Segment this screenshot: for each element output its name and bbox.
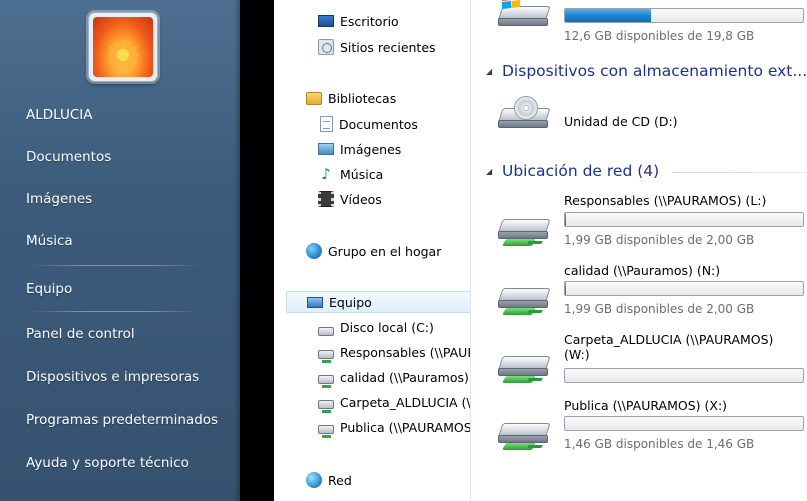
network-drive-large-icon[interactable] bbox=[496, 342, 554, 388]
nav-item-label: Grupo en el hogar bbox=[328, 243, 442, 259]
capacity-bar-publica bbox=[564, 416, 804, 431]
desktop-icon bbox=[318, 15, 334, 27]
nav-item-label: Imágenes bbox=[340, 141, 402, 157]
nav-item-responsables[interactable]: Responsables (\\PAURAMOS) (L:) bbox=[318, 341, 470, 363]
nav-item-red[interactable]: Red bbox=[306, 469, 352, 491]
device-name-responsables[interactable]: Responsables (\\PAURAMOS) (L:) bbox=[564, 193, 766, 208]
nav-item-carpeta-aldlucia[interactable]: Carpeta_ALDLUCIA (\\PAURAMOS) (W:) bbox=[318, 391, 471, 413]
film-strip-icon bbox=[318, 191, 334, 207]
nav-item-calidad[interactable]: calidad (\\Pauramos) (N:) bbox=[318, 366, 470, 388]
start-separator bbox=[30, 265, 200, 266]
group-divider bbox=[672, 172, 807, 173]
local-disk-windows-icon[interactable] bbox=[496, 0, 554, 38]
nav-item-sitios-recientes[interactable]: Sitios recientes bbox=[318, 36, 436, 58]
nav-item-label: Carpeta_ALDLUCIA (\\PAURAMOS) (W:) bbox=[340, 394, 471, 410]
start-separator bbox=[30, 311, 200, 312]
network-drive-large-icon[interactable] bbox=[496, 205, 554, 251]
capacity-text-calidad: 1,99 GB disponibles de 2,00 GB bbox=[564, 302, 755, 316]
network-drive-icon bbox=[318, 399, 334, 413]
device-name-carpeta-aldlucia[interactable]: Carpeta_ALDLUCIA (\\PAURAMOS) (W:) bbox=[564, 332, 802, 362]
cd-drive-icon[interactable] bbox=[496, 94, 554, 140]
start-item-ayuda-soporte[interactable]: Ayuda y soporte técnico bbox=[26, 455, 189, 471]
user-picture[interactable] bbox=[88, 12, 158, 82]
start-user-name[interactable]: ALDLUCIA bbox=[26, 107, 93, 123]
start-item-dispositivos-impresoras[interactable]: Dispositivos e impresoras bbox=[26, 369, 199, 385]
group-header-label: Dispositivos con almacenamiento ext... bbox=[502, 62, 807, 80]
device-name-publica[interactable]: Publica (\\PAURAMOS) (X:) bbox=[564, 398, 727, 413]
capacity-text-local-disk: 12,6 GB disponibles de 19,8 GB bbox=[564, 29, 755, 43]
nav-item-disco-local[interactable]: Disco local (C:) bbox=[318, 316, 434, 338]
capacity-bar-local-disk bbox=[564, 8, 804, 23]
capacity-bar-carpeta-aldlucia bbox=[564, 368, 804, 383]
flower-avatar-icon bbox=[93, 17, 153, 77]
group-header-removable[interactable]: ◢ Dispositivos con almacenamiento ext... bbox=[486, 60, 807, 82]
capacity-bar-responsables bbox=[564, 212, 804, 227]
navigation-pane[interactable]: Escritorio Sitios recientes Bibliotecas … bbox=[274, 0, 471, 501]
libraries-icon bbox=[306, 91, 322, 105]
nav-item-lib-musica[interactable]: ♪ Música bbox=[318, 163, 383, 185]
network-drive-large-icon[interactable] bbox=[496, 409, 554, 455]
nav-item-lib-videos[interactable]: Vídeos bbox=[318, 188, 382, 210]
nav-item-label: Equipo bbox=[329, 294, 372, 310]
network-icon bbox=[306, 472, 322, 488]
computer-icon bbox=[307, 296, 323, 308]
nav-item-publica[interactable]: Publica (\\PAURAMOS) (X:) bbox=[318, 416, 471, 438]
network-drive-large-icon[interactable] bbox=[496, 274, 554, 320]
network-drive-icon bbox=[318, 349, 334, 363]
nav-item-label: Vídeos bbox=[340, 191, 382, 207]
network-drive-icon bbox=[318, 374, 334, 388]
device-name-calidad[interactable]: calidad (\\Pauramos) (N:) bbox=[564, 263, 720, 278]
start-item-musica[interactable]: Música bbox=[26, 233, 73, 249]
start-item-panel-de-control[interactable]: Panel de control bbox=[26, 326, 135, 342]
capacity-text-responsables: 1,99 GB disponibles de 2,00 GB bbox=[564, 233, 755, 247]
capacity-fill bbox=[565, 9, 651, 22]
nav-item-label: Bibliotecas bbox=[328, 90, 397, 106]
nav-item-bibliotecas[interactable]: Bibliotecas bbox=[306, 87, 396, 109]
nav-item-label: Red bbox=[328, 472, 352, 488]
capacity-text-publica: 1,46 GB disponibles de 1,46 GB bbox=[564, 437, 755, 451]
cd-disc-icon bbox=[514, 96, 538, 120]
start-item-programas-predeterminados[interactable]: Programas predeterminados bbox=[26, 412, 218, 428]
network-drive-icon bbox=[318, 424, 334, 438]
nav-item-equipo[interactable]: Equipo bbox=[286, 291, 470, 313]
capacity-bar-calidad bbox=[564, 281, 804, 296]
nav-item-escritorio[interactable]: Escritorio bbox=[318, 10, 399, 32]
start-menu-right-pane: ALDLUCIA Documentos Imágenes Música Equi… bbox=[0, 0, 240, 501]
nav-item-lib-documentos[interactable]: Documentos bbox=[320, 113, 418, 135]
nav-item-label: Responsables (\\PAURAMOS) (L:) bbox=[340, 344, 470, 360]
start-item-documentos[interactable]: Documentos bbox=[26, 149, 111, 165]
nav-item-label: calidad (\\Pauramos) (N:) bbox=[340, 369, 470, 385]
group-header-network[interactable]: ◢ Ubicación de red (4) bbox=[486, 160, 659, 182]
nav-item-label: Documentos bbox=[339, 116, 418, 132]
device-name-cd[interactable]: Unidad de CD (D:) bbox=[564, 114, 678, 129]
homegroup-icon bbox=[306, 243, 322, 259]
start-item-equipo[interactable]: Equipo bbox=[26, 281, 72, 297]
window-border bbox=[240, 0, 274, 501]
nav-item-label: Sitios recientes bbox=[340, 39, 436, 55]
nav-item-label: Música bbox=[340, 166, 384, 182]
start-item-imagenes[interactable]: Imágenes bbox=[26, 191, 92, 207]
nav-item-label: Escritorio bbox=[340, 13, 399, 29]
group-header-label: Ubicación de red (4) bbox=[502, 162, 660, 180]
collapse-triangle-icon[interactable]: ◢ bbox=[486, 67, 494, 76]
nav-item-lib-imagenes[interactable]: Imágenes bbox=[318, 138, 401, 160]
nav-item-label: Publica (\\PAURAMOS) (X:) bbox=[340, 419, 471, 435]
pictures-icon bbox=[318, 143, 334, 155]
recent-places-icon bbox=[318, 39, 334, 55]
local-disk-icon bbox=[318, 326, 334, 336]
nav-item-grupo-hogar[interactable]: Grupo en el hogar bbox=[306, 240, 441, 262]
document-icon bbox=[320, 116, 333, 132]
capacity-fill bbox=[565, 282, 567, 295]
content-pane: 12,6 GB disponibles de 19,8 GB ◢ Disposi… bbox=[472, 0, 807, 501]
nav-item-label: Disco local (C:) bbox=[340, 319, 434, 335]
music-note-icon: ♪ bbox=[321, 165, 331, 183]
collapse-triangle-icon[interactable]: ◢ bbox=[486, 167, 494, 176]
capacity-fill bbox=[565, 213, 567, 226]
